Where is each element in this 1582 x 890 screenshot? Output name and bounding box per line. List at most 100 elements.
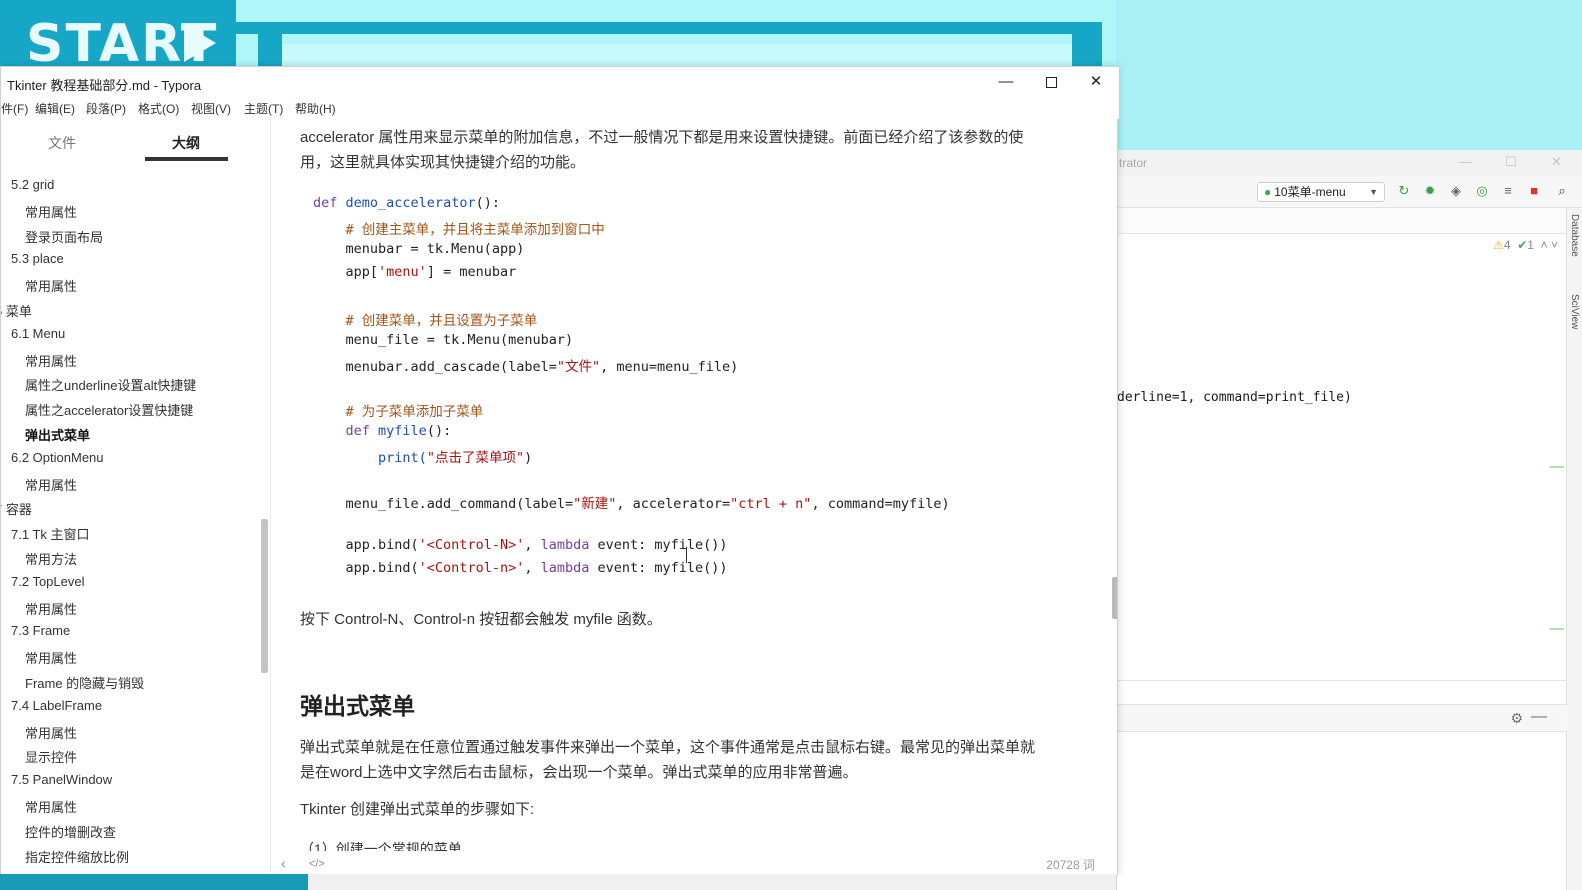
chevron-down-icon[interactable]: ˅ (1551, 238, 1558, 252)
source-mode-icon[interactable]: </> (309, 858, 325, 870)
stop-icon[interactable]: ■ (1527, 184, 1541, 198)
background-bottom-panel (308, 874, 1116, 890)
steps-intro: Tkinter 创建弹出式菜单的步骤如下: (300, 801, 535, 818)
outline-item[interactable]: 常用属性 (25, 276, 77, 295)
outline-item[interactable]: 5.2 grid (11, 177, 54, 192)
run-list-icon[interactable]: ≡ (1501, 184, 1515, 198)
intro-paragraph: accelerator 属性用来显示菜单的附加信息，不过一般情况下都是用来设置快… (300, 125, 1090, 175)
outline-item[interactable]: 常用属性 (25, 599, 77, 618)
outline-item[interactable]: 常用属性 (25, 797, 77, 816)
search-icon[interactable]: ⌕ (1555, 184, 1569, 198)
text-cursor (686, 547, 687, 563)
editor[interactable]: accelerator 属性用来显示菜单的附加信息，不过一般情况下都是用来设置快… (271, 119, 1117, 853)
gutter-marker (1550, 466, 1564, 468)
outline-item[interactable]: 6.1 Menu (11, 326, 65, 341)
menubar: 件(F) 编辑(E) 段落(P) 格式(O) 视图(V) 主题(T) 帮助(H) (1, 97, 1119, 119)
code-line: def myfile(): (345, 423, 452, 439)
menu-help[interactable]: 帮助(H) (295, 100, 336, 117)
ide-maximize-icon[interactable]: ☐ (1505, 154, 1517, 170)
outline-item[interactable]: 5.3 place (11, 251, 64, 266)
sidebar-scrollbar[interactable] (261, 519, 268, 673)
outline-item[interactable]: 7.4 LabelFrame (11, 698, 102, 713)
step-1-partial: （1）创建一个常规的菜单 (300, 841, 462, 851)
maximize-button[interactable] (1028, 67, 1074, 97)
menu-paragraph[interactable]: 段落(P) (86, 100, 126, 117)
minimize-button[interactable]: — (983, 67, 1029, 97)
rerun-icon[interactable]: ↻ (1397, 184, 1411, 198)
outline-item[interactable]: 6.2 OptionMenu (11, 450, 104, 465)
database-tool-tab[interactable]: Database (1569, 214, 1580, 257)
code-line: def demo_accelerator(): (313, 195, 500, 211)
ide-divider (1117, 680, 1567, 681)
chevron-down-icon: ▼ (1369, 187, 1378, 197)
run-config-select[interactable]: ● 10菜单-menu ▼ (1257, 182, 1385, 202)
start-banner: START (0, 0, 236, 74)
code-line: menu_file = tk.Menu(menubar) (345, 332, 574, 348)
tab-files[interactable]: 文件 (48, 133, 76, 153)
outline-item[interactable]: 常用属性 (25, 723, 77, 742)
outline-item[interactable]: 指定控件缩放比例 (25, 847, 129, 866)
editor-scrollbar[interactable] (1112, 577, 1117, 619)
python-file-icon: ● (1264, 185, 1272, 199)
ide-tool-window-header: ⚙ — (1117, 704, 1567, 732)
typora-window: Tkinter 教程基础部分.md - Typora — ✕ 件(F) 编辑(E… (0, 66, 1119, 875)
intro-line-1: accelerator 属性用来显示菜单的附加信息，不过一般情况下都是用来设置快… (300, 129, 1024, 146)
code-line: print("点击了菜单项") (378, 450, 533, 466)
ide-minimize-icon[interactable]: — (1459, 154, 1472, 169)
back-icon[interactable]: ‹ (281, 855, 286, 871)
intro-line-2: 用，这里就具体实现其快捷键介绍的功能。 (300, 154, 586, 171)
titlebar: Tkinter 教程基础部分.md - Typora — ✕ (1, 67, 1119, 97)
word-count[interactable]: 20728 词 (1046, 856, 1095, 873)
menu-edit[interactable]: 编辑(E) (35, 100, 75, 117)
tab-outline[interactable]: 大纲 (172, 133, 200, 153)
play-arrow-icon (184, 24, 216, 62)
ide-toolbar: ● 10菜单-menu ▼ ↻ ✹ ◈ ◎ ≡ ■ ⌕ (1117, 176, 1582, 208)
close-button[interactable]: ✕ (1073, 67, 1119, 97)
menu-file[interactable]: 件(F) (1, 100, 28, 117)
run-config-label: 10菜单-menu (1274, 185, 1346, 199)
popup-line-2: 是在word上选中文字然后右击鼠标，会出现一个菜单。弹出式菜单的应用非常普遍。 (300, 764, 858, 781)
debug-icon[interactable]: ✹ (1423, 184, 1437, 198)
outline-item[interactable]: 弹出式菜单 (25, 425, 90, 444)
ide-window: trator — ☐ ✕ ● 10菜单-menu ▼ ↻ ✹ ◈ ◎ ≡ ■ ⌕ … (1116, 150, 1582, 890)
popup-line-1: 弹出式菜单就是在任意位置通过触发事件来弹出一个菜单，这个事件通常是点击鼠标右键。… (300, 739, 1036, 756)
gear-icon[interactable]: ⚙ (1510, 710, 1523, 727)
outline-item[interactable]: 7.5 PanelWindow (11, 772, 112, 787)
outline-item[interactable]: 登录页面布局 (25, 227, 103, 246)
outline-item[interactable]: 显示控件 (25, 747, 77, 766)
window-title: Tkinter 教程基础部分.md - Typora (7, 78, 202, 93)
after-code-paragraph: 按下 Control-N、Control-n 按钮都会触发 myfile 函数。 (300, 611, 662, 628)
outline-item[interactable]: 7.3 Frame (11, 623, 70, 638)
outline-item[interactable]: 常用方法 (25, 549, 77, 568)
menu-view[interactable]: 视图(V) (191, 100, 231, 117)
menu-theme[interactable]: 主题(T) (244, 100, 283, 117)
outline-item[interactable]: 控件的增删改查 (25, 822, 116, 841)
outline-item[interactable]: 7.1 Tk 主窗口 (11, 524, 90, 543)
outline-item[interactable]: 7.2 TopLevel (11, 574, 85, 589)
outline-item[interactable]: 常用属性 (25, 475, 77, 494)
sciview-tool-tab[interactable]: SciView (1569, 294, 1580, 329)
menu-format[interactable]: 格式(O) (138, 100, 179, 117)
code-line: menubar = tk.Menu(app) (345, 241, 525, 257)
outline-item[interactable]: 属性之underline设置alt快捷键 (25, 375, 196, 394)
outline-item[interactable]: 常用属性 (25, 648, 77, 667)
outline-item[interactable]: 常用属性 (25, 351, 77, 370)
outline-item[interactable]: 7 容器 (1, 499, 32, 518)
inspection-widget[interactable]: ⚠4 ✔1 ˄ ˅ (1493, 238, 1558, 252)
minimize-icon: — (998, 73, 1014, 90)
outline-item[interactable]: Frame 的隐藏与销毁 (25, 673, 144, 692)
profile-icon[interactable]: ◎ (1475, 184, 1489, 198)
check-icon: ✔ (1517, 238, 1528, 252)
ok-count: 1 (1527, 238, 1534, 252)
ide-close-icon[interactable]: ✕ (1551, 154, 1562, 170)
code-line: app['menu'] = menubar (345, 264, 517, 280)
outline-item[interactable]: 属性之accelerator设置快捷键 (25, 400, 193, 419)
background-right (1116, 0, 1582, 150)
hide-icon[interactable]: — (1531, 708, 1547, 726)
chevron-up-icon[interactable]: ˄ (1541, 238, 1548, 252)
coverage-icon[interactable]: ◈ (1449, 184, 1463, 198)
outline-item[interactable]: 5 菜单 (1, 301, 32, 320)
maximize-icon (1045, 76, 1057, 88)
popup-paragraph: 弹出式菜单就是在任意位置通过触发事件来弹出一个菜单，这个事件通常是点击鼠标右键。… (300, 735, 1090, 785)
outline-item[interactable]: 常用属性 (25, 202, 77, 221)
